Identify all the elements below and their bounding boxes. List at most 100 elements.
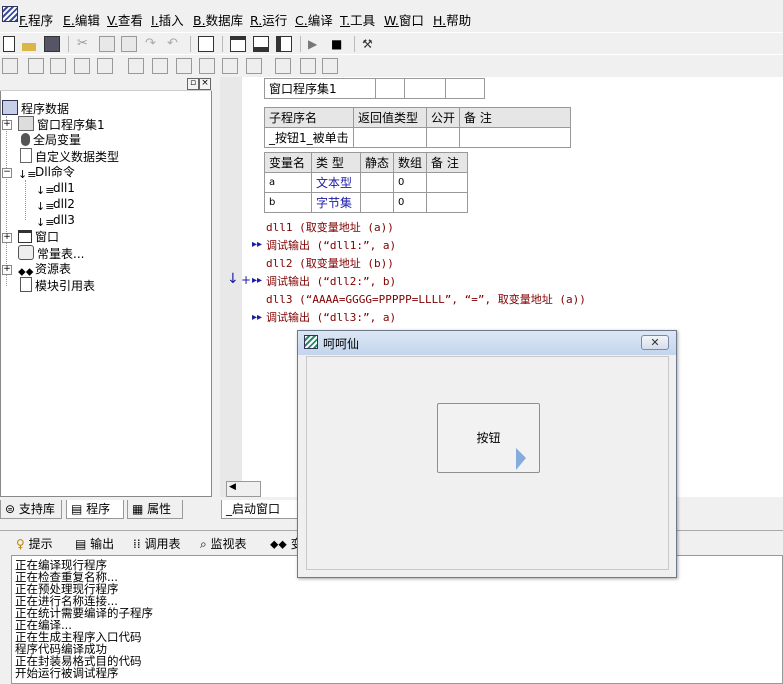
fit-width-icon[interactable] <box>300 58 316 74</box>
code-line[interactable]: 调试输出 (“dll1:”, a) <box>266 237 396 253</box>
save-icon[interactable] <box>44 36 60 52</box>
tree-item-module-refs[interactable]: 模块引用表 <box>18 277 95 293</box>
copy-icon[interactable] <box>99 36 115 52</box>
sub-header-public: 公开 <box>425 107 461 128</box>
center-horizontal-icon[interactable] <box>128 58 144 74</box>
menu-database[interactable]: B.数据库 <box>193 10 243 29</box>
tree-item-windows[interactable]: 窗口 <box>18 229 59 245</box>
breakpoint-arrow-icon[interactable]: ↓ <box>227 271 239 287</box>
align-right-icon[interactable] <box>50 58 66 74</box>
sub-return-cell[interactable] <box>353 127 427 148</box>
code-line[interactable]: dll2 (取变量地址 (b)) <box>266 255 394 271</box>
layout-split-icon[interactable] <box>253 36 269 52</box>
collapse-toggle-icon[interactable]: − <box>2 168 12 178</box>
undo-icon[interactable]: ↶ <box>167 36 183 52</box>
code-line[interactable]: 调试输出 (“dll2:”, b) <box>266 273 396 289</box>
tree-item-dll-commands[interactable]: ↓≡Dll命令 <box>18 164 75 181</box>
tab-hints[interactable]: ♀ 提示 <box>16 535 53 552</box>
sub-public-cell[interactable] <box>425 127 461 148</box>
find-icon[interactable] <box>198 36 214 52</box>
new-file-icon[interactable] <box>3 36 15 52</box>
tree-item-dll3[interactable]: ↓≡dll3 <box>36 212 75 229</box>
open-folder-icon[interactable] <box>22 43 36 51</box>
tree-item-assembly[interactable]: 窗口程序集1 <box>18 116 105 132</box>
var-name-cell[interactable]: b <box>264 192 312 213</box>
menu-insert[interactable]: I.插入 <box>151 10 184 29</box>
code-line[interactable]: 调试输出 (“dll3:”, a) <box>266 309 396 325</box>
align-grid-icon[interactable] <box>2 58 18 74</box>
paste-icon[interactable] <box>121 36 137 52</box>
expand-toggle-icon[interactable]: + <box>2 265 12 275</box>
center-vertical-icon[interactable] <box>152 58 168 74</box>
tree-item-dll2[interactable]: ↓≡dll2 <box>36 196 75 213</box>
stop-icon[interactable]: ■ <box>331 36 347 52</box>
tab-call-stack[interactable]: ⁞⁞ 调用表 <box>133 535 180 552</box>
code-line[interactable]: dll3 (“AAAA=GGGG=PPPPP=LLLL”, “=”, 取变量地址… <box>266 291 586 307</box>
align-bottom-icon[interactable] <box>97 58 113 74</box>
debug-icon[interactable]: ⚒ <box>362 36 378 52</box>
same-size-icon[interactable] <box>275 58 291 74</box>
expand-toggle-icon[interactable]: + <box>2 120 12 130</box>
tree-item-dll1[interactable]: ↓≡dll1 <box>36 180 75 197</box>
var-name-cell[interactable]: a <box>264 172 312 193</box>
dialog-close-button[interactable]: ✕ <box>641 335 669 350</box>
tab-program[interactable]: ▤ 程序 <box>66 500 124 519</box>
space-vertical-icon[interactable] <box>199 58 215 74</box>
table-row[interactable]: a 文本型 0 <box>264 172 469 193</box>
menu-window[interactable]: W.窗口 <box>384 10 424 29</box>
same-width-icon[interactable] <box>222 58 238 74</box>
var-static-cell[interactable] <box>359 172 395 193</box>
panel-restore-icon[interactable]: ▫ <box>187 78 199 90</box>
tree-root[interactable]: 程序数据 <box>2 100 69 116</box>
tree-item-constants[interactable]: 常量表... <box>18 245 84 261</box>
cut-icon[interactable]: ✂ <box>77 36 93 52</box>
var-static-cell[interactable] <box>359 192 395 213</box>
layout-panel-icon[interactable] <box>276 36 292 52</box>
var-array-cell[interactable]: 0 <box>393 192 428 213</box>
toolbar-separator <box>68 36 69 52</box>
run-icon[interactable]: ▶ <box>308 36 324 52</box>
align-top-icon[interactable] <box>74 58 90 74</box>
menu-compile[interactable]: C.编译 <box>295 10 333 29</box>
table-row[interactable]: b 字节集 0 <box>264 192 469 213</box>
dialog-titlebar[interactable]: 呵呵仙 <box>298 331 676 355</box>
menu-run[interactable]: R.运行 <box>250 10 287 29</box>
fit-height-icon[interactable] <box>322 58 338 74</box>
var-type-cell[interactable]: 字节集 <box>311 192 361 213</box>
tab-output[interactable]: ▤ 输出 <box>75 535 114 552</box>
menu-help[interactable]: H.帮助 <box>433 10 471 29</box>
scroll-left-icon[interactable]: ◀ <box>229 482 236 492</box>
tab-support-library[interactable]: ⊜ 支持库 <box>0 500 62 519</box>
sub-name-cell[interactable]: _按钮1_被单击 <box>264 127 354 148</box>
menu-view[interactable]: V.查看 <box>107 10 143 29</box>
tab-startup-window[interactable]: _启动窗口 <box>221 500 299 519</box>
menu-tools[interactable]: T.工具 <box>340 10 375 29</box>
space-horizontal-icon[interactable] <box>176 58 192 74</box>
splitter[interactable] <box>212 77 220 517</box>
var-type-cell[interactable]: 文本型 <box>311 172 361 193</box>
tab-watch[interactable]: ⌕ 监视表 <box>200 535 247 552</box>
menu-program[interactable]: F.程序 <box>19 10 53 29</box>
layout-window-icon[interactable] <box>230 36 246 52</box>
horizontal-scrollbar[interactable]: ◀ <box>226 481 261 497</box>
var-note-cell[interactable] <box>426 192 469 213</box>
assembly-cell[interactable] <box>445 78 485 99</box>
assembly-cell[interactable] <box>404 78 446 99</box>
align-left-icon[interactable] <box>28 58 44 74</box>
expand-toggle-icon[interactable]: + <box>2 233 12 243</box>
panel-close-icon[interactable]: × <box>199 78 211 90</box>
same-height-icon[interactable] <box>246 58 262 74</box>
redo-icon[interactable]: ↷ <box>145 36 161 52</box>
var-note-cell[interactable] <box>426 172 469 193</box>
code-line[interactable]: dll1 (取变量地址 (a)) <box>266 219 394 235</box>
tab-properties[interactable]: ▦ 属性 <box>127 500 183 519</box>
app-icon[interactable] <box>2 6 18 22</box>
tree-item-resources[interactable]: ⬥⬥ 资源表 <box>18 261 71 278</box>
assembly-cell[interactable] <box>375 78 405 99</box>
menu-edit[interactable]: E.编辑 <box>63 10 100 29</box>
sub-note-cell[interactable] <box>459 127 572 148</box>
var-array-cell[interactable]: 0 <box>393 172 428 193</box>
tree-item-global-vars[interactable]: 全局变量 <box>18 132 81 148</box>
assembly-name-cell[interactable]: 窗口程序集1 <box>264 78 376 99</box>
tree-item-custom-types[interactable]: 自定义数据类型 <box>18 148 119 164</box>
